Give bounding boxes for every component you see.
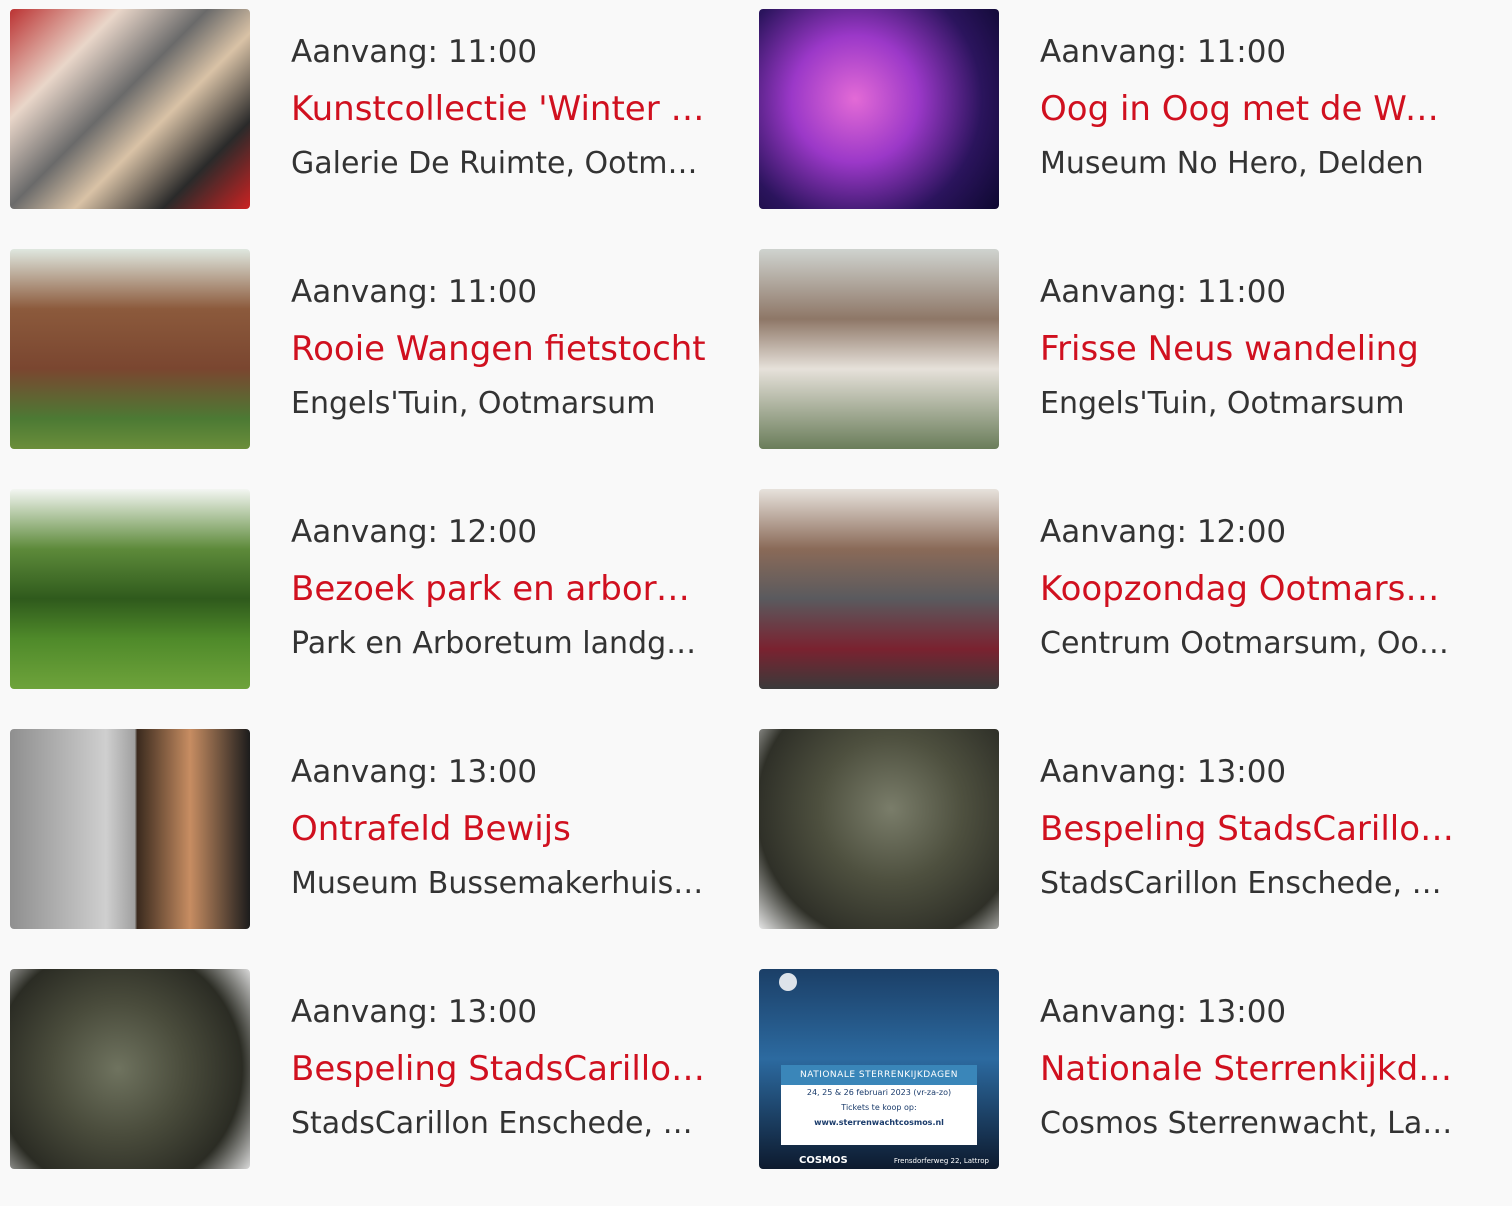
moon-icon — [779, 973, 797, 991]
event-info: Aanvang: 12:00 Koopzondag Ootmarsum Cent… — [999, 489, 1459, 689]
event-info: Aanvang: 13:00 Bespeling StadsCarillo… S… — [250, 969, 710, 1169]
event-info: Aanvang: 11:00 Kunstcollectie 'Winter … … — [250, 9, 710, 209]
event-card[interactable]: Aanvang: 11:00 Kunstcollectie 'Winter … … — [10, 9, 710, 209]
event-title-link[interactable]: Ontrafeld Bewijs — [291, 809, 710, 849]
event-card[interactable]: NATIONALE STERRENKIJKDAGEN 24, 25 & 26 f… — [759, 969, 1459, 1169]
event-start-time: Aanvang: 11:00 — [291, 274, 538, 310]
poster-band: NATIONALE STERRENKIJKDAGEN — [781, 1065, 977, 1085]
event-location: Centrum Ootmarsum, Oot… — [1040, 626, 1459, 661]
event-start-time: Aanvang: 11:00 — [1040, 274, 1287, 310]
event-title-link[interactable]: Oog in Oog met de Wer… — [1040, 89, 1459, 129]
poster-dates: 24, 25 & 26 februari 2023 (vr-za-zo) — [806, 1088, 952, 1097]
event-title-link[interactable]: Frisse Neus wandeling — [1040, 329, 1459, 369]
event-start-time: Aanvang: 13:00 — [1040, 754, 1287, 790]
event-card[interactable]: Aanvang: 11:00 Oog in Oog met de Wer… Mu… — [759, 9, 1459, 209]
event-title-link[interactable]: Rooie Wangen fietstocht — [291, 329, 710, 369]
event-grid: Aanvang: 11:00 Kunstcollectie 'Winter … … — [10, 9, 1459, 1169]
event-thumbnail[interactable] — [759, 249, 999, 449]
event-title-link[interactable]: Bespeling StadsCarillo… — [1040, 809, 1459, 849]
event-title-link[interactable]: Kunstcollectie 'Winter … — [291, 89, 710, 129]
event-start-time: Aanvang: 11:00 — [1040, 34, 1287, 70]
event-info: Aanvang: 11:00 Frisse Neus wandeling Eng… — [999, 249, 1459, 449]
event-title-link[interactable]: Bezoek park en arbore… — [291, 569, 710, 609]
event-thumbnail[interactable] — [10, 969, 250, 1169]
poster-info-box: 24, 25 & 26 februari 2023 (vr-za-zo) Tic… — [781, 1085, 977, 1145]
event-start-time: Aanvang: 12:00 — [1040, 514, 1287, 550]
event-start-time: Aanvang: 12:00 — [291, 514, 538, 550]
event-info: Aanvang: 11:00 Rooie Wangen fietstocht E… — [250, 249, 710, 449]
event-card[interactable]: Aanvang: 11:00 Rooie Wangen fietstocht E… — [10, 249, 710, 449]
event-start-time: Aanvang: 13:00 — [291, 754, 538, 790]
poster-url: www.sterrenwachtcosmos.nl — [814, 1118, 944, 1127]
event-thumbnail[interactable]: NATIONALE STERRENKIJKDAGEN 24, 25 & 26 f… — [759, 969, 999, 1169]
event-location: Galerie De Ruimte, Ootma… — [291, 146, 710, 181]
event-info: Aanvang: 13:00 Bespeling StadsCarillo… S… — [999, 729, 1459, 929]
event-title-link[interactable]: Bespeling StadsCarillo… — [291, 1049, 710, 1089]
event-thumbnail[interactable] — [759, 729, 999, 929]
event-start-time: Aanvang: 13:00 — [1040, 994, 1287, 1030]
event-start-time: Aanvang: 13:00 — [291, 994, 538, 1030]
poster-tickets: Tickets te koop op: — [841, 1103, 917, 1112]
event-info: Aanvang: 12:00 Bezoek park en arbore… Pa… — [250, 489, 710, 689]
poster-brand: COSMOS — [799, 1155, 848, 1166]
event-location: StadsCarillon Enschede, E… — [1040, 866, 1459, 901]
event-location: Museum No Hero, Delden — [1040, 146, 1424, 181]
event-thumbnail[interactable] — [10, 489, 250, 689]
event-start-time: Aanvang: 11:00 — [291, 34, 538, 70]
event-info: Aanvang: 13:00 Nationale Sterrenkijkd… C… — [999, 969, 1459, 1169]
event-info: Aanvang: 11:00 Oog in Oog met de Wer… Mu… — [999, 9, 1459, 209]
poster-address: Frensdorferweg 22, Lattrop — [893, 1157, 989, 1165]
event-card[interactable]: Aanvang: 13:00 Ontrafeld Bewijs Museum B… — [10, 729, 710, 929]
event-thumbnail[interactable] — [10, 729, 250, 929]
event-title-link[interactable]: Nationale Sterrenkijkd… — [1040, 1049, 1459, 1089]
event-location: Cosmos Sterrenwacht, Lat… — [1040, 1106, 1459, 1141]
event-thumbnail[interactable] — [10, 249, 250, 449]
event-location: StadsCarillon Enschede, E… — [291, 1106, 710, 1141]
event-location: Engels'Tuin, Ootmarsum — [1040, 386, 1405, 421]
event-location: Museum Bussemakerhuis, … — [291, 866, 710, 901]
event-card[interactable]: Aanvang: 13:00 Bespeling StadsCarillo… S… — [759, 729, 1459, 929]
event-location: Park en Arboretum landg… — [291, 626, 697, 661]
event-card[interactable]: Aanvang: 13:00 Bespeling StadsCarillo… S… — [10, 969, 710, 1169]
event-location: Engels'Tuin, Ootmarsum — [291, 386, 656, 421]
event-info: Aanvang: 13:00 Ontrafeld Bewijs Museum B… — [250, 729, 710, 929]
event-card[interactable]: Aanvang: 11:00 Frisse Neus wandeling Eng… — [759, 249, 1459, 449]
event-card[interactable]: Aanvang: 12:00 Bezoek park en arbore… Pa… — [10, 489, 710, 689]
event-thumbnail[interactable] — [10, 9, 250, 209]
event-thumbnail[interactable] — [759, 489, 999, 689]
event-thumbnail[interactable] — [759, 9, 999, 209]
event-card[interactable]: Aanvang: 12:00 Koopzondag Ootmarsum Cent… — [759, 489, 1459, 689]
event-title-link[interactable]: Koopzondag Ootmarsum — [1040, 569, 1459, 609]
